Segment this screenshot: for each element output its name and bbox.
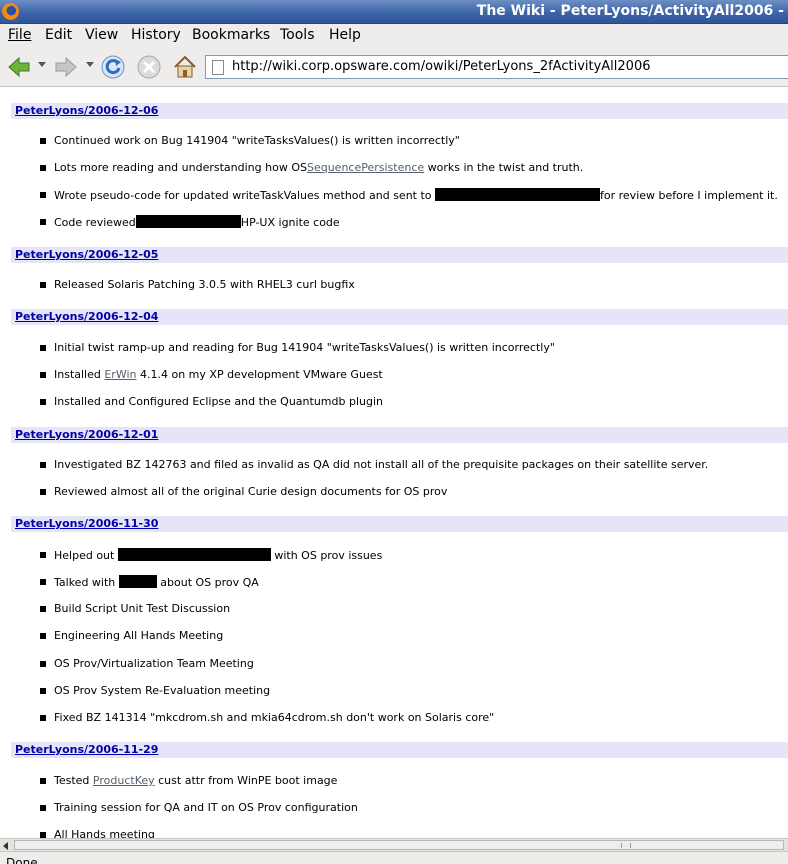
- bullet: [40, 219, 46, 225]
- section-heading: PeterLyons/2006-11-30: [11, 516, 788, 532]
- menu-view-label: View: [85, 27, 119, 43]
- horizontal-scrollbar[interactable]: [0, 838, 788, 851]
- section-heading: PeterLyons/2006-12-05: [11, 247, 788, 263]
- scroll-left-icon[interactable]: [3, 842, 8, 850]
- bullet: [40, 165, 46, 171]
- list-item: Lots more reading and understanding how …: [54, 161, 584, 174]
- firefox-icon: [2, 3, 19, 20]
- back-history-dropdown[interactable]: [38, 62, 46, 67]
- menu-tools[interactable]: Tools: [280, 27, 315, 43]
- redaction-block: [117, 548, 271, 561]
- section-heading: PeterLyons/2006-12-06: [11, 103, 788, 119]
- menu-bookmarks[interactable]: Bookmarks: [192, 27, 270, 43]
- bullet: [40, 778, 46, 784]
- wiki-link-productkey[interactable]: ProductKey: [93, 774, 155, 787]
- section-link[interactable]: PeterLyons/2006-11-29: [15, 743, 158, 756]
- menu-file[interactable]: File: [8, 27, 31, 43]
- menu-bar: File Edit View History Bookmarks Tools H…: [0, 24, 788, 48]
- section-link[interactable]: PeterLyons/2006-12-06: [15, 104, 158, 117]
- section-link[interactable]: PeterLyons/2006-12-04: [15, 310, 158, 323]
- list-item: Code reviewed HP-UX ignite code: [54, 215, 340, 229]
- list-item: Installed ErWin 4.1.4 on my XP developme…: [54, 368, 383, 381]
- menu-help-label: Help: [329, 27, 361, 43]
- section-heading: PeterLyons/2006-12-01: [11, 427, 788, 443]
- url-text[interactable]: http://wiki.corp.opsware.com/owiki/Peter…: [232, 59, 651, 74]
- menu-view[interactable]: View: [85, 27, 118, 43]
- wiki-link-erwin[interactable]: ErWin: [104, 368, 136, 381]
- window-titlebar: The Wiki - PeterLyons/ActivityAll2006 -: [0, 0, 788, 24]
- bullet: [40, 399, 46, 405]
- bullet: [40, 138, 46, 144]
- scrollbar-thumb[interactable]: [14, 840, 784, 850]
- section-link[interactable]: PeterLyons/2006-11-30: [15, 517, 158, 530]
- redaction-block: [435, 188, 601, 201]
- list-item: Initial twist ramp-up and reading for Bu…: [54, 341, 555, 354]
- list-item: Continued work on Bug 141904 "writeTasks…: [54, 134, 460, 147]
- menu-tools-label: Tools: [280, 27, 315, 43]
- bullet: [40, 552, 46, 558]
- list-item: Investigated BZ 142763 and filed as inva…: [54, 458, 709, 471]
- list-item: Engineering All Hands Meeting: [54, 629, 224, 642]
- bullet: [40, 489, 46, 495]
- reload-icon[interactable]: [100, 54, 126, 80]
- list-item: Fixed BZ 141314 "mkcdrom.sh and mkia64cd…: [54, 711, 495, 724]
- page-icon: [212, 60, 224, 75]
- menu-bookmarks-label: Bookmarks: [192, 27, 271, 43]
- bullet: [40, 661, 46, 667]
- section-heading: PeterLyons/2006-11-29: [11, 742, 788, 758]
- bullet: [40, 805, 46, 811]
- wiki-link-sequencepersistence[interactable]: SequencePersistence: [307, 161, 424, 174]
- menu-history-label: History: [131, 27, 181, 43]
- menu-edit-label: Edit: [45, 27, 73, 43]
- back-icon[interactable]: [6, 54, 32, 80]
- status-bar: Done: [0, 851, 788, 864]
- list-item: Released Solaris Patching 3.0.5 with RHE…: [54, 278, 355, 291]
- list-item: Training session for QA and IT on OS Pro…: [54, 801, 358, 814]
- forward-icon[interactable]: [53, 54, 79, 80]
- menu-file-label: File: [8, 27, 32, 43]
- url-bar[interactable]: http://wiki.corp.opsware.com/owiki/Peter…: [205, 55, 788, 79]
- page-content: PeterLyons/2006-12-06 Continued work on …: [0, 87, 788, 838]
- list-item: OS Prov/Virtualization Team Meeting: [54, 657, 254, 670]
- bullet: [40, 372, 46, 378]
- list-item: Tested ProductKey cust attr from WinPE b…: [54, 774, 338, 787]
- menu-help[interactable]: Help: [329, 27, 361, 43]
- list-item: Helped out with OS prov issues: [54, 548, 383, 562]
- bullet: [40, 462, 46, 468]
- redaction-block: [135, 215, 241, 228]
- menu-history[interactable]: History: [131, 27, 181, 43]
- menu-edit[interactable]: Edit: [45, 27, 72, 43]
- section-heading: PeterLyons/2006-12-04: [11, 309, 788, 325]
- bullet: [40, 715, 46, 721]
- forward-history-dropdown[interactable]: [86, 62, 94, 67]
- list-item: Wrote pseudo-code for updated writeTaskV…: [54, 188, 778, 202]
- list-item: Talked with about OS prov QA: [54, 575, 259, 589]
- bullet: [40, 688, 46, 694]
- bullet: [40, 282, 46, 288]
- list-item: OS Prov System Re-Evaluation meeting: [54, 684, 271, 697]
- list-item: Reviewed almost all of the original Curi…: [54, 485, 448, 498]
- section-link[interactable]: PeterLyons/2006-12-01: [15, 428, 158, 441]
- bullet: [40, 606, 46, 612]
- section-link[interactable]: PeterLyons/2006-12-05: [15, 248, 158, 261]
- list-item: Build Script Unit Test Discussion: [54, 602, 231, 615]
- redaction-block: [118, 575, 157, 588]
- bullet: [40, 633, 46, 639]
- scrollbar-grip: [621, 843, 631, 848]
- bullet: [40, 579, 46, 585]
- home-icon[interactable]: [172, 54, 198, 80]
- stop-icon[interactable]: [136, 54, 162, 80]
- bullet: [40, 345, 46, 351]
- bullet: [40, 192, 46, 198]
- list-item: All Hands meeting: [54, 828, 155, 838]
- list-item: Installed and Configured Eclipse and the…: [54, 395, 383, 408]
- window-title: The Wiki - PeterLyons/ActivityAll2006 -: [476, 3, 784, 19]
